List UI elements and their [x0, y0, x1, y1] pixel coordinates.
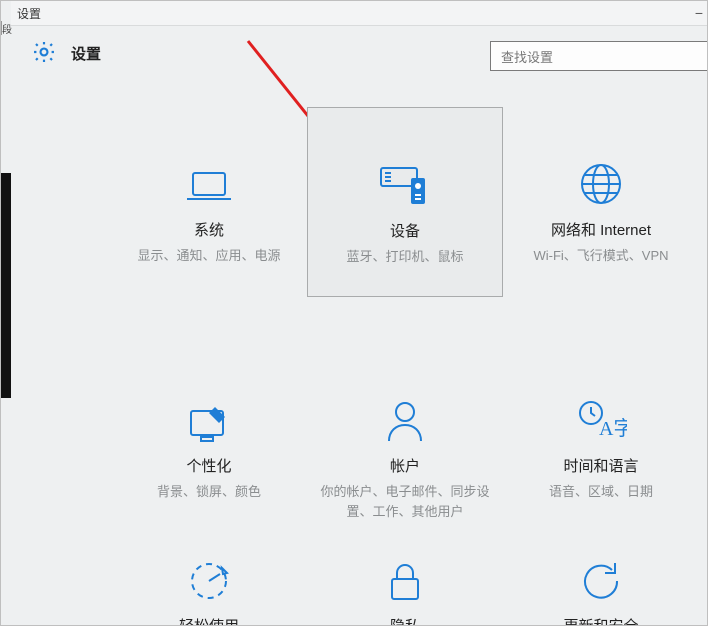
tile-system[interactable]: 系统 显示、通知、应用、电源: [111, 107, 307, 297]
person-icon: [385, 373, 425, 443]
tile-accounts[interactable]: 帐户 你的帐户、电子邮件、同步设置、工作、其他用户: [307, 343, 503, 533]
tile-privacy[interactable]: 隐私: [307, 579, 503, 626]
tile-network[interactable]: 网络和 Internet Wi-Fi、飞行模式、VPN: [503, 107, 699, 297]
tile-subtitle: Wi-Fi、飞行模式、VPN: [533, 246, 668, 266]
tile-title: 隐私: [390, 615, 420, 626]
laptop-icon: [183, 137, 235, 207]
search-box[interactable]: [490, 41, 708, 71]
tile-title: 帐户: [390, 455, 420, 476]
tile-update-security[interactable]: 更新和安全: [503, 579, 699, 626]
tile-title: 系统: [194, 219, 224, 240]
time-language-icon: A字: [575, 373, 627, 443]
page-title: 设置: [71, 43, 101, 64]
svg-text:A字: A字: [599, 417, 627, 440]
left-artifact-dark: [1, 173, 11, 398]
personalization-icon: [185, 373, 233, 443]
ease-of-access-icon: [187, 559, 231, 603]
tile-title: 轻松使用: [179, 615, 239, 626]
window-titlebar: 设置 −: [11, 1, 707, 26]
window-minimize-button[interactable]: −: [695, 5, 703, 21]
tile-title: 更新和安全: [563, 615, 638, 626]
window-title: 设置: [17, 5, 41, 22]
tile-title: 设备: [390, 220, 420, 241]
tile-subtitle: 背景、锁屏、颜色: [157, 482, 261, 502]
search-input[interactable]: [491, 42, 708, 72]
tile-subtitle: 蓝牙、打印机、鼠标: [346, 247, 463, 267]
tile-subtitle: 显示、通知、应用、电源: [137, 246, 280, 266]
lock-icon: [386, 559, 424, 603]
tile-time-language[interactable]: A字 时间和语言 语音、区域、日期: [503, 343, 699, 533]
gear-icon: [31, 39, 57, 70]
tile-title: 个性化: [186, 455, 231, 476]
tile-title: 时间和语言: [563, 455, 638, 476]
page-header: 设置: [11, 25, 707, 85]
tile-subtitle: 语音、区域、日期: [549, 482, 653, 502]
update-icon: [579, 559, 623, 603]
tile-personalization[interactable]: 个性化 背景、锁屏、颜色: [111, 343, 307, 533]
tile-title: 网络和 Internet: [551, 219, 651, 240]
globe-icon: [578, 137, 624, 207]
tile-subtitle: 你的帐户、电子邮件、同步设置、工作、其他用户: [320, 482, 490, 521]
tile-devices[interactable]: 设备 蓝牙、打印机、鼠标: [307, 107, 503, 297]
tile-ease-of-access[interactable]: 轻松使用: [111, 579, 307, 626]
devices-icon: [377, 138, 433, 208]
